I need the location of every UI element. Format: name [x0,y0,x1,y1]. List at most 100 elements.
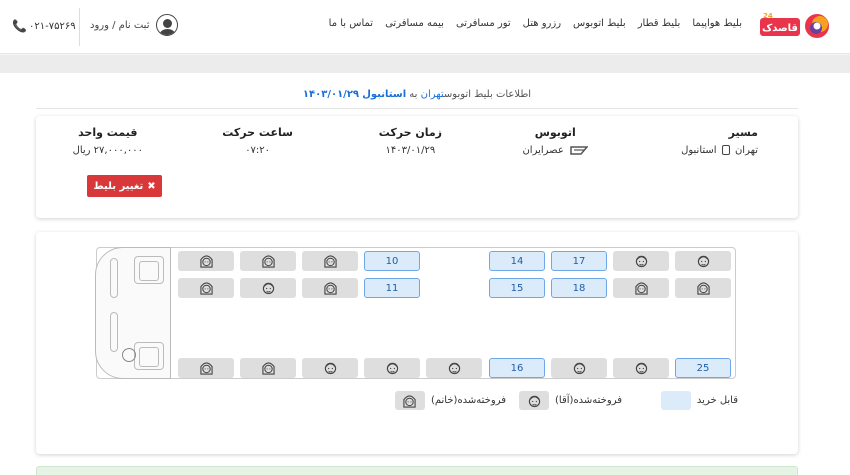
seat-available-15[interactable]: 15 [489,278,545,298]
legend-sold-male: فروخته‌شده(آقا) [519,391,622,410]
seat-sold [178,358,234,378]
price-value: ۲۷,۰۰۰,۰۰۰ ریال [72,145,143,156]
notice-bar [36,466,798,475]
female-face-icon [261,362,275,375]
female-face-icon [403,394,417,408]
bus-company: عصرایران [522,145,564,156]
nav-train[interactable]: بلیط قطار [638,18,681,29]
title-mid: به [406,89,421,100]
front-seat-icon [134,256,164,284]
nav-tour[interactable]: تور مسافرتی [456,18,511,29]
female-face-icon [634,282,648,295]
bus-value: عصرایران [522,145,588,156]
female-face-icon [323,282,337,295]
seat-sold [613,278,669,298]
female-face-icon [199,255,213,268]
legend-available-label: قابل خرید [696,395,738,406]
seat-sold [240,358,296,378]
female-face-icon [323,255,337,268]
legend-sold-female: فروخته‌شده(خانم) [394,391,506,410]
time-value: ۰۷:۲۰ [245,145,271,156]
date-column: زمان حرکت ۱۴۰۳/۰۱/۲۹ [379,126,442,156]
change-ticket-button[interactable]: تغییر بلیط ✖ [87,175,162,197]
seat-sold [302,251,358,271]
bus-label: اتوبوس [534,126,576,139]
legend-available-swatch [660,391,691,410]
date-value: ۱۴۰۳/۰۱/۲۹ [385,145,436,156]
logo-badge: 24 [763,12,773,20]
title-from: تهران [420,89,444,100]
bus-company-logo-icon [570,145,588,155]
steering-wheel-icon [122,348,136,362]
seat-available-11[interactable]: 11 [364,278,420,298]
time-label: ساعت حرکت [222,126,293,139]
seat-available-25[interactable]: 25 [675,358,731,378]
seat-sold [240,278,296,298]
seat-available-16[interactable]: 16 [489,358,545,378]
phone-link[interactable]: 📞 ۰۲۱-۷۵۲۶۹ [12,20,76,33]
login-link[interactable]: ثبت نام / ورود [90,14,178,36]
header-divider [79,8,80,46]
nav-insurance[interactable]: بیمه مسافرتی [385,18,444,29]
legend-female-label: فروخته‌شده(خانم) [430,395,506,406]
female-face-icon [261,255,275,268]
site-header: قاصدک 24 بلیط هواپیما بلیط قطار بلیط اتو… [0,0,850,54]
route-column: مسیر تهران استانبول [681,126,758,156]
logo-text: قاصدک [762,23,798,34]
nav-bus[interactable]: بلیط اتوبوس [573,18,626,29]
title-date: ۱۴۰۳/۰۱/۲۹ [302,89,360,100]
seat-sold [302,278,358,298]
seat-available-18[interactable]: 18 [551,278,607,298]
male-face-icon [697,255,709,268]
main-nav: بلیط هواپیما بلیط قطار بلیط اتوبوس رزرو … [329,18,742,29]
window-icon [110,258,118,298]
driver-cabin [95,247,171,379]
seat-map-card: 10 14 17 11 15 18 16 25 قابل خرید فروخته‌شده(آق… [36,232,798,454]
male-face-icon [448,362,460,375]
female-face-icon [696,282,710,295]
bus-icon [721,145,730,155]
female-face-icon [199,282,213,295]
nav-flight[interactable]: بلیط هواپیما [692,18,742,29]
seat-sold [613,251,669,271]
change-ticket-label: تغییر بلیط [93,180,144,192]
close-x-icon: ✖ [147,180,156,192]
legend-male-label: فروخته‌شده(آقا) [555,395,622,406]
seat-sold [178,251,234,271]
ghasedak-logo[interactable]: قاصدک 24 [760,10,830,42]
seat-sold [551,358,607,378]
window-icon [110,312,118,352]
seat-sold [426,358,482,378]
phone-icon: 📞 [12,19,27,33]
date-label: زمان حرکت [378,126,442,139]
phone-number: ۰۲۱-۷۵۲۶۹ [29,21,76,32]
seat-available-17[interactable]: 17 [551,251,607,271]
seat-sold [613,358,669,378]
user-icon [155,14,178,36]
header-band [0,55,850,73]
title-to: استانبول [362,89,407,100]
nav-hotel[interactable]: رزرو هتل [523,18,561,29]
legend-available: قابل خرید [660,391,738,410]
legend-male-swatch [519,391,550,410]
male-face-icon [573,362,585,375]
route-from: تهران [734,145,758,156]
seat-sold [240,251,296,271]
legend-female-swatch [394,391,425,410]
male-face-icon [324,362,336,375]
route-value: تهران استانبول [681,145,758,156]
seat-sold [675,251,731,271]
female-face-icon [199,362,213,375]
seat-sold [178,278,234,298]
seat-sold [675,278,731,298]
seat-available-10[interactable]: 10 [364,251,420,271]
nav-contact[interactable]: تماس با ما [329,18,373,29]
male-face-icon [528,395,540,407]
driver-seat-icon [134,342,164,370]
time-column: ساعت حرکت ۰۷:۲۰ [222,126,293,156]
price-column: قیمت واحد ۲۷,۰۰۰,۰۰۰ ریال [73,126,143,156]
seat-available-14[interactable]: 14 [489,251,545,271]
seat-sold [364,358,420,378]
price-label: قیمت واحد [78,126,138,139]
trip-title: اطلاعات بلیط اتوبوستهران به استانبول ۱۴۰… [36,89,798,109]
